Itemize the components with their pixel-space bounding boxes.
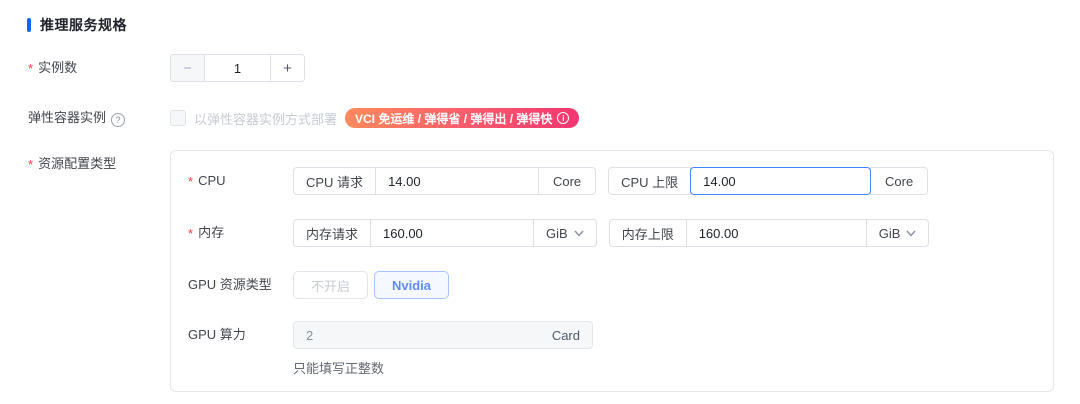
cpu-request-label: CPU 请求 (293, 167, 376, 195)
stepper-plus-button[interactable]: + (270, 55, 304, 81)
cpu-limit-unit: Core (870, 167, 928, 195)
cpu-request-input[interactable] (375, 167, 539, 195)
gpu-power-helper-text: 只能填写正整数 (293, 358, 593, 377)
memory-request-label: 内存请求 (293, 219, 371, 247)
section-header: 推理服务规格 (0, 0, 1080, 35)
vci-badge-text: VCI 免运维 / 弹得省 / 弹得出 / 弹得快 (355, 110, 552, 127)
resource-config-label-wrap: * 资源配置类型 (0, 150, 170, 180)
memory-limit-label: 内存上限 (609, 219, 687, 247)
instance-count-label-wrap: * 实例数 (0, 54, 170, 84)
required-asterisk: * (28, 54, 33, 84)
cpu-limit-group: CPU 上限 Core (608, 167, 928, 195)
memory-request-unit-select[interactable]: GiB (533, 219, 597, 247)
vci-label-wrap: 弹性容器实例 ? (0, 108, 170, 128)
required-asterisk: * (188, 167, 193, 197)
chevron-down-icon (574, 230, 584, 237)
chevron-down-icon (906, 230, 916, 237)
section-accent-bar (27, 18, 31, 32)
gpu-power-input[interactable]: 2 Card (293, 321, 593, 349)
instance-count-row: * 实例数 − + (0, 54, 1080, 84)
resource-config-panel: * CPU CPU 请求 Core CPU 上限 Core * (170, 150, 1054, 392)
gpu-power-value: 2 (306, 328, 552, 343)
gpu-power-label-wrap: GPU 算力 (171, 321, 293, 349)
vci-row: 弹性容器实例 ? 以弹性容器实例方式部署 VCI 免运维 / 弹得省 / 弹得出… (0, 108, 1080, 128)
gpu-type-label-wrap: GPU 资源类型 (171, 271, 293, 299)
gpu-type-off-button[interactable]: 不开启 (293, 271, 368, 299)
cpu-request-unit: Core (538, 167, 596, 195)
gpu-type-nvidia-button[interactable]: Nvidia (374, 271, 449, 299)
vci-label: 弹性容器实例 (28, 108, 106, 128)
vci-deploy-checkbox[interactable] (170, 110, 186, 126)
stepper-minus-button[interactable]: − (171, 55, 205, 81)
gpu-type-row: GPU 资源类型 不开启 Nvidia (171, 271, 1037, 299)
memory-limit-input[interactable] (686, 219, 867, 247)
required-asterisk: * (188, 219, 193, 249)
quantity-stepper: − + (170, 54, 305, 82)
memory-limit-unit-select[interactable]: GiB (866, 219, 930, 247)
cpu-row: * CPU CPU 请求 Core CPU 上限 Core (171, 167, 1037, 197)
gpu-type-label: GPU 资源类型 (188, 271, 272, 299)
cpu-request-group: CPU 请求 Core (293, 167, 596, 195)
inference-service-spec-form: 推理服务规格 * 实例数 − + 弹性容器实例 ? 以弹性容器实例方式部署 VC… (0, 0, 1080, 404)
resource-config-row: * 资源配置类型 * CPU CPU 请求 Core CPU 上限 (0, 150, 1080, 392)
vci-promo-badge: VCI 免运维 / 弹得省 / 弹得出 / 弹得快 i (345, 108, 579, 128)
gpu-power-label: GPU 算力 (188, 321, 246, 349)
section-title: 推理服务规格 (40, 15, 127, 35)
memory-label: 内存 (198, 219, 224, 249)
memory-row: * 内存 内存请求 GiB 内存上限 GiB (171, 219, 1037, 249)
memory-request-group: 内存请求 GiB (293, 219, 597, 247)
memory-request-unit: GiB (546, 226, 568, 241)
cpu-limit-label: CPU 上限 (608, 167, 691, 195)
cpu-limit-input[interactable] (690, 167, 871, 195)
cpu-label-wrap: * CPU (171, 167, 293, 197)
instance-count-label: 实例数 (38, 54, 77, 84)
required-asterisk: * (28, 150, 33, 180)
info-icon[interactable]: i (557, 112, 569, 124)
resource-config-label: 资源配置类型 (38, 150, 116, 180)
gpu-power-row: GPU 算力 2 Card 只能填写正整数 (171, 321, 1037, 377)
memory-request-input[interactable] (370, 219, 534, 247)
vci-checkbox-label: 以弹性容器实例方式部署 (194, 109, 337, 128)
memory-limit-unit: GiB (879, 226, 901, 241)
stepper-value-input[interactable] (205, 55, 270, 81)
memory-label-wrap: * 内存 (171, 219, 293, 249)
gpu-power-unit: Card (552, 328, 580, 343)
memory-limit-group: 内存上限 GiB (609, 219, 930, 247)
help-question-icon[interactable]: ? (111, 113, 125, 127)
cpu-label: CPU (198, 167, 225, 197)
